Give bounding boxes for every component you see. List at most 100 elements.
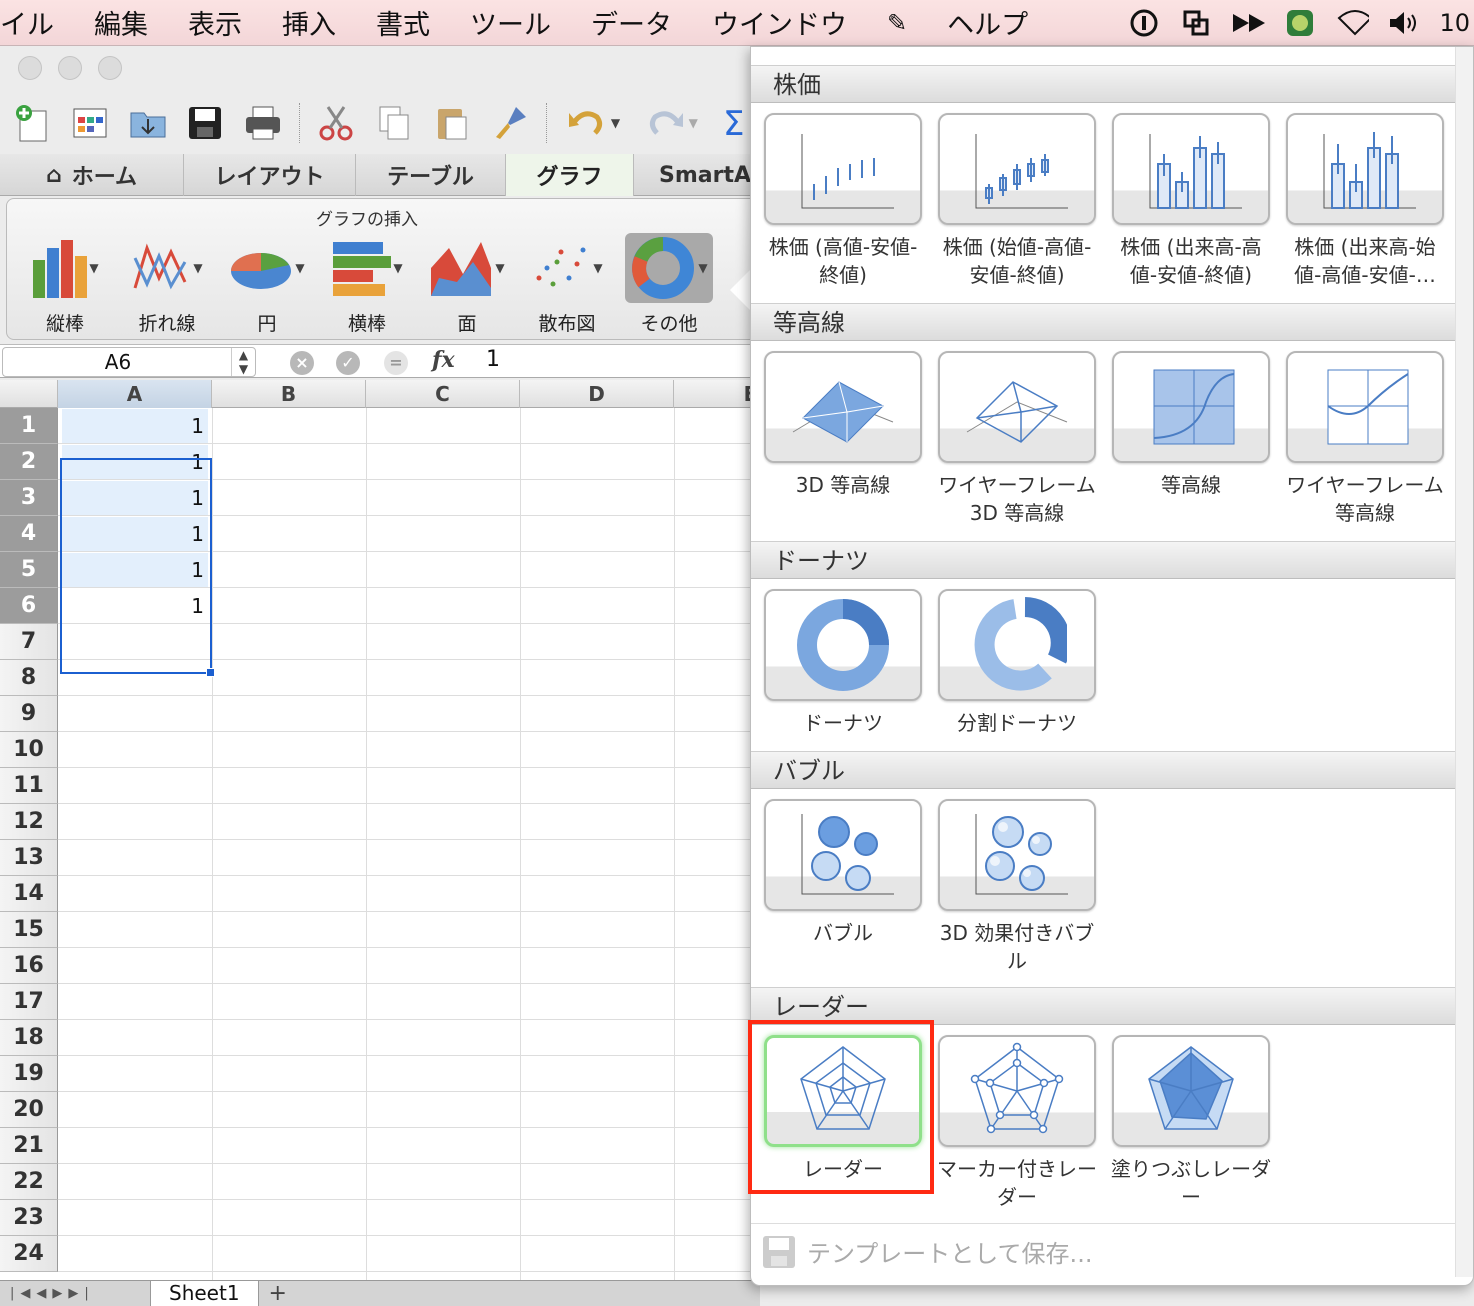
column-header-d[interactable]: D [520,380,674,408]
grid-row[interactable] [58,624,760,660]
row-header[interactable]: 23 [0,1200,58,1236]
row-header[interactable]: 7 [0,624,58,660]
column-header-b[interactable]: B [212,380,366,408]
chart-stock-ohlc[interactable]: 株価 (始値-高値-安値-終値) [935,113,1099,289]
grid-row[interactable] [58,1236,760,1272]
grid-row[interactable] [58,912,760,948]
close-window-button[interactable] [18,56,42,80]
add-sheet-button[interactable]: + [259,1281,297,1306]
format-painter-icon[interactable] [488,101,532,145]
row-header[interactable]: 15 [0,912,58,948]
chart-stock-hlc[interactable]: 株価 (高値-安値-終値) [761,113,925,289]
sheet-nav-arrows[interactable]: |◀◀▶▶| [0,1286,150,1301]
row-header[interactable]: 12 [0,804,58,840]
name-box-stepper[interactable]: ▲ ▼ [231,348,255,376]
row-header[interactable]: 13 [0,840,58,876]
scatter-chart-button[interactable]: ▼ 散布図 [519,233,615,337]
grid-row[interactable] [58,732,760,768]
chart-filled-radar[interactable]: 塗りつぶしレーダー [1109,1035,1273,1211]
grid-row[interactable] [58,876,760,912]
app-status-icon[interactable] [1283,8,1317,38]
copy-icon[interactable] [372,101,416,145]
chart-3d-bubble[interactable]: 3D 効果付きバブル [935,799,1099,975]
fill-handle[interactable] [206,668,215,677]
menu-file[interactable]: イル [0,3,74,42]
row-header[interactable]: 10 [0,732,58,768]
tab-home[interactable]: ⌂ ホーム [0,154,184,196]
cell-a[interactable]: 1 [62,589,208,623]
menu-view[interactable]: 表示 [168,3,262,42]
grid-row[interactable] [58,1056,760,1092]
chart-stock-vhlc[interactable]: 株価 (出来高-高値-安値-終値) [1109,113,1273,289]
fast-forward-icon[interactable] [1231,8,1266,38]
formula-input[interactable]: 1 [486,347,500,372]
tab-layout[interactable]: レイアウト [184,154,356,196]
grid-row[interactable] [58,696,760,732]
row-header[interactable]: 16 [0,948,58,984]
cell-a[interactable]: 1 [62,409,208,443]
row-header[interactable]: 2 [0,444,58,480]
column-header-a[interactable]: A [58,380,212,408]
row-header[interactable]: 24 [0,1236,58,1272]
tab-table[interactable]: テーブル [356,154,506,196]
cut-icon[interactable] [314,101,358,145]
tab-charts[interactable]: グラフ [506,154,634,196]
grid-row[interactable] [58,1164,760,1200]
cancel-entry-icon[interactable]: × [290,351,314,375]
row-header[interactable]: 9 [0,696,58,732]
cell-a[interactable]: 1 [62,481,208,515]
chart-doughnut[interactable]: ドーナツ [761,589,925,737]
pie-chart-button[interactable]: ▼ 円 [219,233,315,337]
row-header[interactable]: 22 [0,1164,58,1200]
clock[interactable]: 10 [1439,9,1470,37]
redo-icon[interactable]: ▼ [638,101,702,145]
minimize-window-button[interactable] [58,56,82,80]
chart-bubble[interactable]: バブル [761,799,925,947]
row-header[interactable]: 18 [0,1020,58,1056]
row-header[interactable]: 3 [0,480,58,516]
grid-row[interactable] [58,1092,760,1128]
cell-a[interactable]: 1 [62,445,208,479]
formula-builder-icon[interactable]: = [384,351,408,375]
undo-icon[interactable]: ▼ [561,101,625,145]
area-chart-button[interactable]: ▼ 面 [419,233,515,337]
chart-stock-vohlc[interactable]: 株価 (出来高-始値-高値-安値-… [1283,113,1447,289]
row-header[interactable]: 4 [0,516,58,552]
column-header-c[interactable]: C [366,380,520,408]
row-header[interactable]: 17 [0,984,58,1020]
row-header[interactable]: 19 [0,1056,58,1092]
menu-insert[interactable]: 挿入 [262,3,356,42]
tab-smartart[interactable]: SmartA [634,154,760,196]
other-charts-button[interactable]: ▼ その他 [621,233,717,337]
grid-row[interactable] [58,1200,760,1236]
grid-row[interactable] [58,1128,760,1164]
confirm-entry-icon[interactable]: ✓ [336,351,360,375]
grid-row[interactable] [58,660,760,696]
menu-data[interactable]: データ [571,3,692,42]
row-header[interactable]: 8 [0,660,58,696]
sync-icon[interactable] [1179,8,1213,38]
chart-exploded-doughnut[interactable]: 分割ドーナツ [935,589,1099,737]
grid-row[interactable] [58,948,760,984]
info-icon[interactable] [1127,8,1161,38]
menu-help[interactable]: ヘルプ [927,3,1048,42]
chart-wireframe-3d-surface[interactable]: ワイヤーフレーム 3D 等高線 [935,351,1099,527]
chart-contour[interactable]: 等高線 [1109,351,1273,499]
menu-format[interactable]: 書式 [356,3,450,42]
name-box[interactable]: A6 ▲ ▼ [2,347,256,377]
grid-row[interactable] [58,1020,760,1056]
row-header[interactable]: 20 [0,1092,58,1128]
row-header[interactable]: 1 [0,408,58,444]
column-header-e[interactable]: E [674,380,760,408]
script-menu-icon[interactable]: ✎ [867,9,927,37]
chart-radar-markers[interactable]: マーカー付きレーダー [935,1035,1099,1211]
open-folder-icon[interactable] [126,101,170,145]
grid-row[interactable] [58,804,760,840]
bar-chart-button[interactable]: ▼ 横棒 [319,233,415,337]
grid-row[interactable] [58,840,760,876]
save-as-template-button[interactable]: テンプレートとして保存... [751,1223,1455,1279]
volume-icon[interactable] [1387,8,1421,38]
chart-wireframe-contour[interactable]: ワイヤーフレーム等高線 [1283,351,1447,527]
grid-row[interactable] [58,768,760,804]
row-header[interactable]: 6 [0,588,58,624]
